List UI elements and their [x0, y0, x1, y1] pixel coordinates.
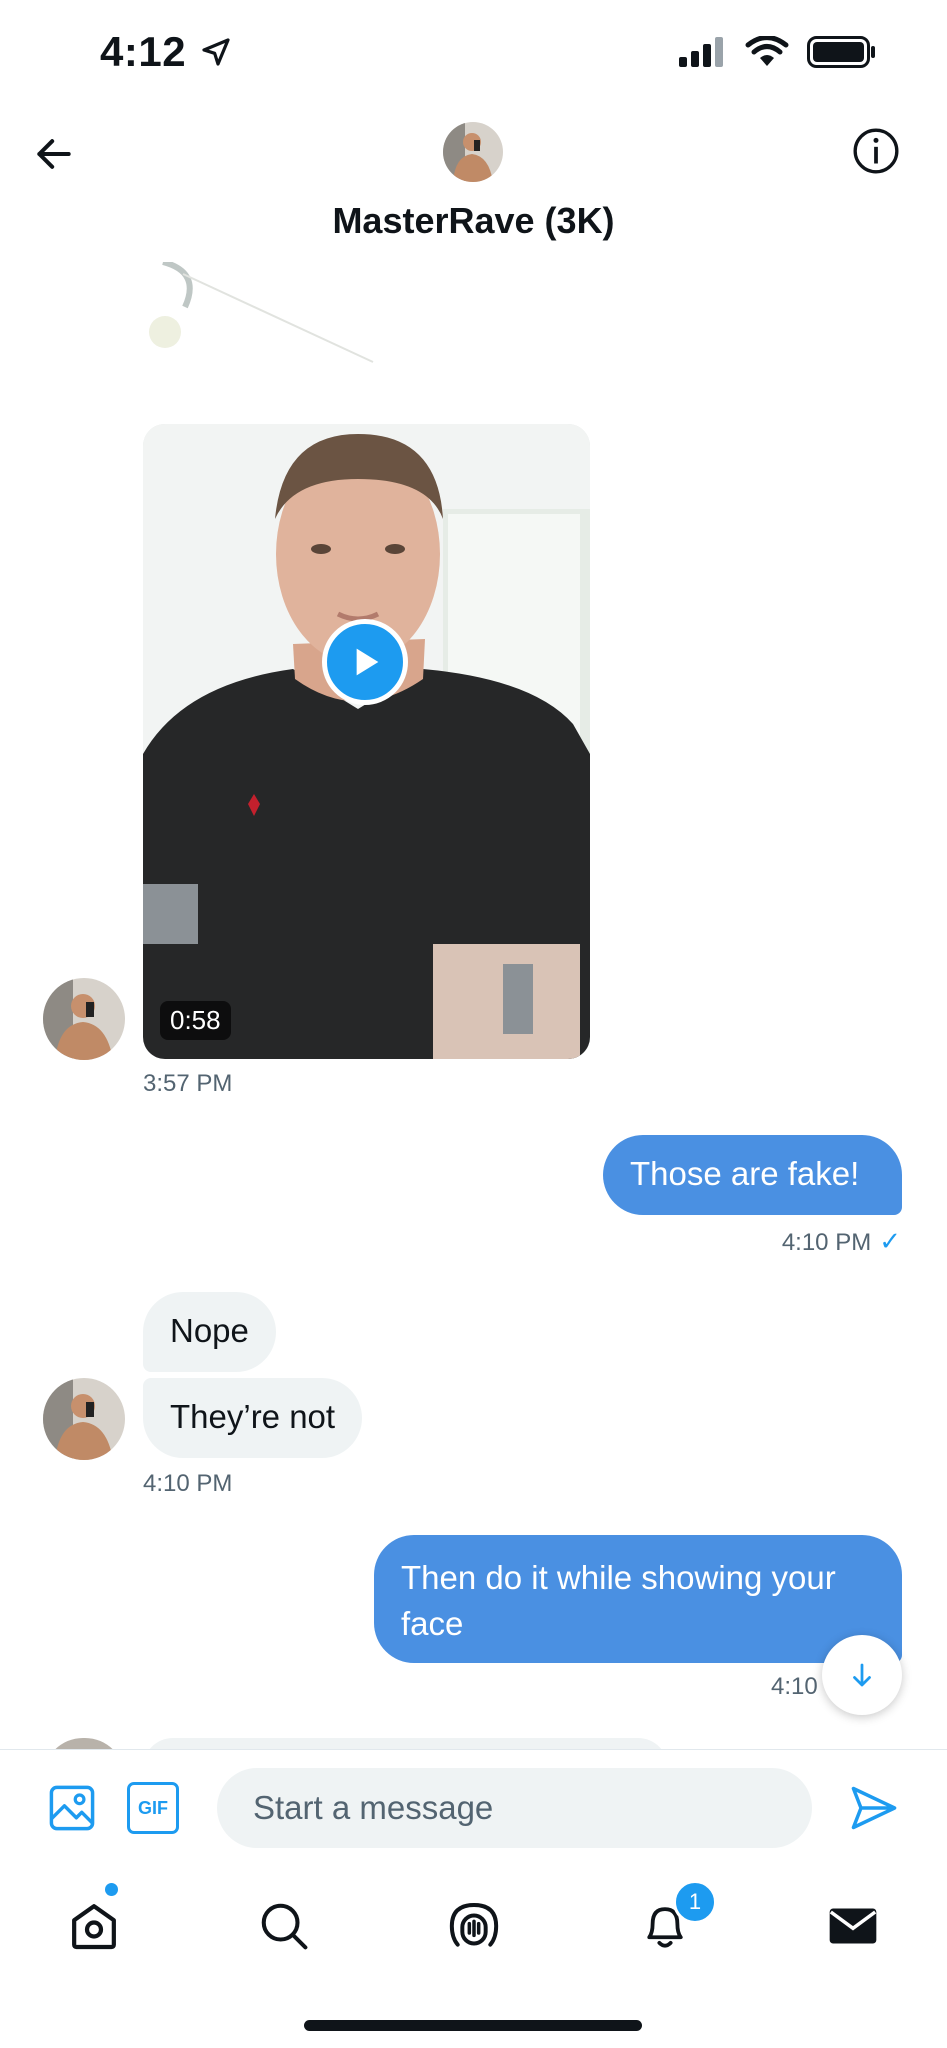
partial-media-preview[interactable] [143, 262, 403, 372]
conversation-title[interactable]: MasterRave (3K) [0, 200, 947, 242]
home-icon [72, 1904, 116, 1950]
search-icon [261, 1903, 308, 1950]
arrow-left-icon [37, 139, 71, 169]
location-arrow-icon [202, 38, 230, 66]
signal-icon [679, 37, 723, 67]
home-indicator[interactable] [304, 2020, 642, 2031]
sender-avatar[interactable] [43, 1378, 125, 1460]
gif-button[interactable]: GIF [127, 1782, 179, 1834]
video-duration: 0:58 [160, 1001, 231, 1040]
messages-icon [829, 1908, 877, 1944]
message-timestamp: 4:10 PM [143, 1470, 233, 1497]
message-text-line: Then do it while showing your [401, 1559, 836, 1596]
message-input[interactable] [217, 1768, 812, 1848]
play-button[interactable] [322, 619, 408, 705]
tab-bar [0, 1866, 947, 1986]
message-timestamp: 3:57 PM [143, 1070, 233, 1097]
info-button[interactable] [851, 126, 901, 176]
message-text-line: face [401, 1605, 464, 1642]
send-button[interactable] [848, 1782, 900, 1834]
notifications-badge: 1 [673, 1880, 717, 1924]
image-icon [49, 1785, 95, 1831]
header-avatar[interactable] [443, 122, 503, 182]
info-icon [853, 128, 899, 174]
scroll-to-bottom-button[interactable] [822, 1635, 902, 1715]
message-timestamp: 4:10 [771, 1673, 818, 1700]
message-bubble-incoming[interactable]: Nope [143, 1292, 276, 1372]
read-checkmark-icon: ✓ [879, 1226, 901, 1256]
status-icons [677, 36, 877, 68]
tab-spaces[interactable] [442, 1894, 506, 1958]
back-button[interactable] [28, 128, 80, 180]
message-bubble-incoming[interactable]: They’re not [143, 1378, 363, 1458]
media-button[interactable] [46, 1782, 98, 1834]
tab-home[interactable] [62, 1894, 126, 1958]
sender-avatar[interactable] [43, 978, 125, 1060]
message-bubble-outgoing[interactable]: Those are fake! [603, 1135, 902, 1215]
tab-search[interactable] [252, 1894, 316, 1958]
wifi-icon [745, 36, 789, 66]
battery-icon [807, 36, 875, 68]
tab-messages[interactable] [821, 1894, 885, 1958]
message-timestamp: 4:10 PM ✓ [781, 1226, 901, 1256]
video-message[interactable] [143, 424, 590, 1059]
arrow-down-icon [853, 1663, 871, 1687]
spaces-icon [449, 1903, 499, 1947]
home-unread-dot [105, 1883, 118, 1896]
message-bubble-outgoing[interactable]: Then do it while showing your face [374, 1535, 902, 1663]
play-icon [356, 648, 379, 676]
send-icon [851, 1786, 897, 1830]
status-time: 4:12 [100, 28, 232, 76]
